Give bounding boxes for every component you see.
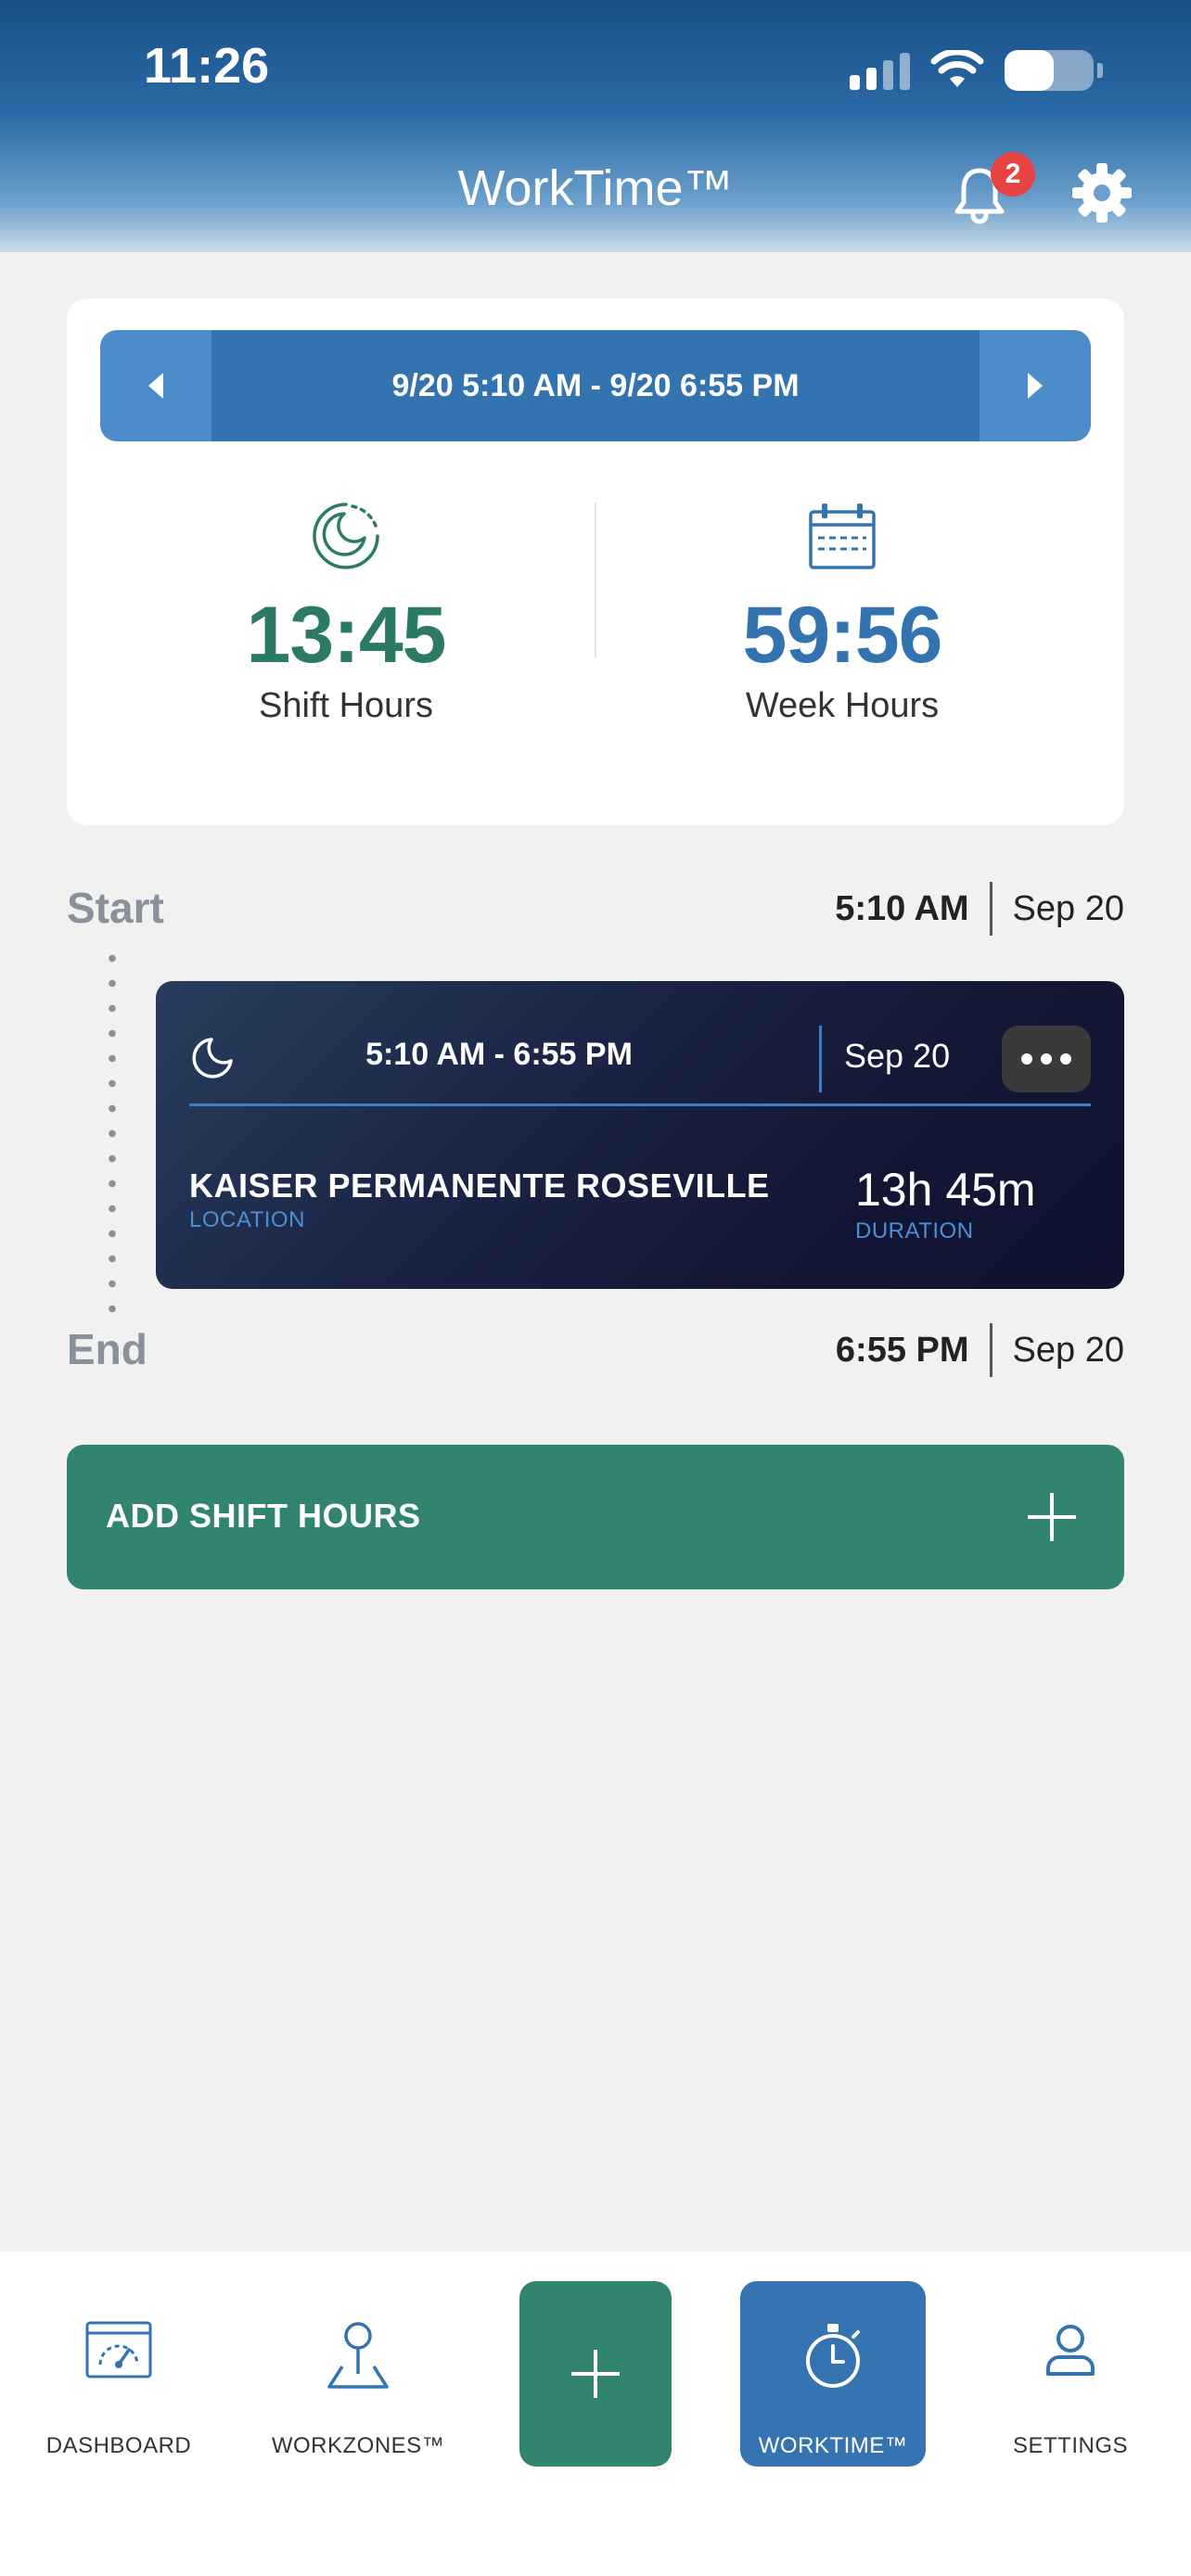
start-date: Sep 20	[1012, 888, 1124, 928]
caret-right-icon	[1028, 373, 1043, 399]
calendar-icon	[809, 504, 876, 569]
status-icons	[850, 46, 1103, 95]
stat-divider	[595, 503, 596, 658]
user-icon	[1046, 2325, 1095, 2376]
add-shift-hours-button[interactable]: ADD SHIFT HOURS	[67, 1445, 1124, 1589]
timeline-start-time: 5:10 AM Sep 20	[835, 882, 1124, 936]
shift-header-divider	[189, 1103, 1091, 1106]
timeline-end-time: 6:55 PM Sep 20	[836, 1323, 1124, 1377]
caret-left-icon	[148, 373, 163, 399]
bottom-navigation: DASHBOARD WORKZONES™ WORKTIME™ SETTINGS	[0, 2251, 1191, 2576]
timeline-dotted-line	[109, 946, 116, 1312]
moon-clock-icon	[313, 503, 379, 569]
end-time: 6:55 PM	[835, 1330, 969, 1370]
dashboard-icon	[85, 2321, 152, 2378]
nav-workzones[interactable]: WORKZONES™	[263, 2281, 453, 2467]
shift-hours-label: Shift Hours	[259, 686, 433, 725]
shift-card[interactable]: 5:10 AM - 6:55 PM Sep 20 KAISER PERMANEN…	[156, 981, 1124, 1289]
week-hours-value: 59:56	[742, 591, 943, 680]
nav-worktime[interactable]: WORKTIME™	[740, 2281, 926, 2467]
location-label: LOCATION	[189, 1207, 305, 1232]
nav-settings[interactable]: SETTINGS	[987, 2281, 1154, 2467]
cellular-signal-icon	[850, 51, 910, 90]
duration-label: DURATION	[855, 1218, 974, 1243]
workzones-icon	[327, 2322, 389, 2389]
shift-time-range: 5:10 AM - 6:55 PM	[365, 1037, 633, 1072]
shift-date: Sep 20	[844, 1037, 951, 1075]
nav-add-button[interactable]	[519, 2281, 672, 2467]
end-date: Sep 20	[1012, 1330, 1124, 1370]
next-range-button[interactable]	[980, 330, 1091, 441]
timeline-end-label: End	[67, 1325, 147, 1373]
status-time: 11:26	[144, 38, 270, 94]
plus-icon	[1028, 1493, 1076, 1541]
week-hours-stat: 59:56 Week Hours	[657, 501, 1028, 726]
add-shift-hours-label: ADD SHIFT HOURS	[106, 1497, 421, 1535]
shift-divider	[819, 1026, 822, 1092]
battery-cap	[1097, 63, 1103, 78]
previous-range-button[interactable]	[100, 330, 211, 441]
location-name: KAISER PERMANENTE ROSEVILLE	[189, 1167, 770, 1205]
more-options-button[interactable]	[1002, 1026, 1091, 1092]
shift-hours-value: 13:45	[246, 591, 447, 680]
timeline-start-label: Start	[67, 884, 164, 932]
date-range-selector: 9/20 5:10 AM - 9/20 6:55 PM	[100, 330, 1091, 441]
week-hours-label: Week Hours	[745, 686, 940, 725]
app-header: 11:26 WorkTime™ 2	[0, 0, 1191, 252]
battery-icon	[1005, 50, 1094, 91]
nav-dashboard[interactable]: DASHBOARD	[28, 2281, 210, 2467]
time-separator	[989, 882, 992, 936]
notification-badge: 2	[991, 152, 1035, 197]
nav-dashboard-label: DASHBOARD	[45, 2433, 192, 2458]
moon-icon	[192, 1038, 233, 1078]
nav-settings-label: SETTINGS	[1012, 2433, 1128, 2458]
time-separator	[989, 1323, 992, 1377]
stopwatch-icon	[806, 2324, 860, 2388]
start-time: 5:10 AM	[835, 888, 969, 928]
wifi-icon	[930, 50, 984, 87]
gear-icon[interactable]	[1069, 159, 1135, 226]
shift-hours-stat: 13:45 Shift Hours	[160, 501, 531, 726]
summary-card: 9/20 5:10 AM - 9/20 6:55 PM 13:45 Shift …	[67, 299, 1124, 825]
nav-workzones-label: WORKZONES™	[271, 2433, 445, 2458]
nav-worktime-label: WORKTIME™	[758, 2433, 908, 2458]
duration-value: 13h 45m	[855, 1164, 1036, 1216]
plus-icon	[571, 2350, 620, 2398]
date-range-label: 9/20 5:10 AM - 9/20 6:55 PM	[211, 330, 980, 441]
